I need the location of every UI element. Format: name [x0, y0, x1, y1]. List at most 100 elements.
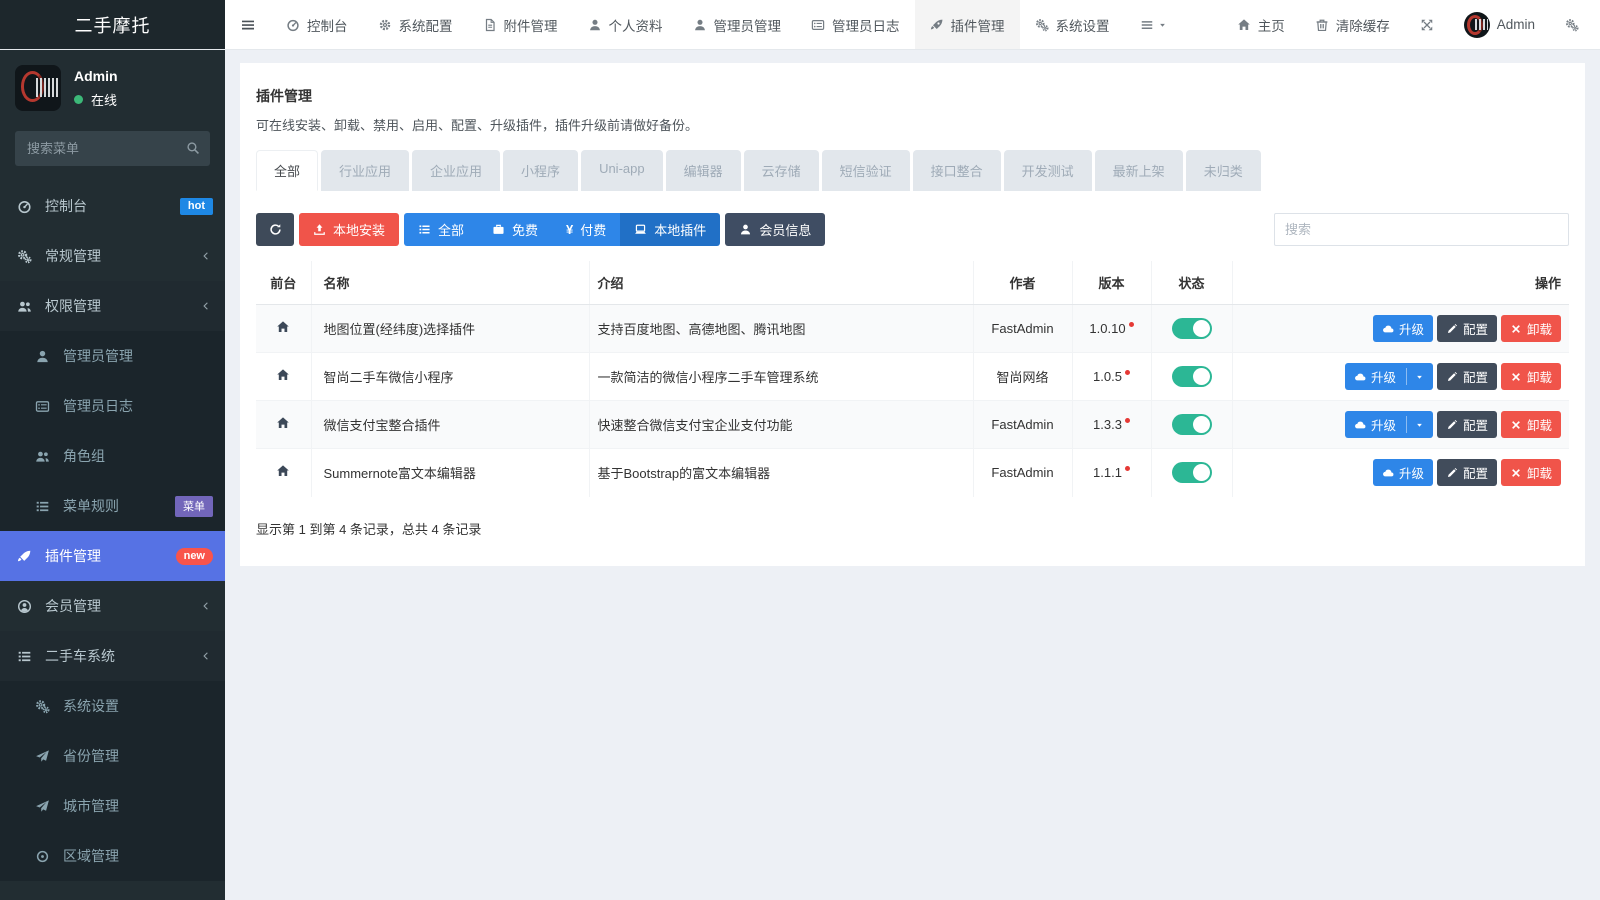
settings-button[interactable] [1550, 0, 1594, 49]
fullscreen-button[interactable] [1405, 0, 1449, 49]
sidebar-item-auth[interactable]: 权限管理 [0, 281, 225, 331]
status-toggle[interactable] [1172, 366, 1212, 387]
sidebar-item-admin[interactable]: 管理员管理 [0, 331, 225, 381]
sidebar-item-member[interactable]: 会员管理 [0, 581, 225, 631]
topnav-tab-6[interactable]: 插件管理 [915, 0, 1020, 49]
uninstall-button[interactable]: 卸载 [1501, 363, 1561, 390]
plugin-version: 1.3.3 [1093, 417, 1122, 432]
category-tab-7[interactable]: 短信验证 [822, 150, 910, 191]
sidebar-item-city[interactable]: 城市管理 [0, 781, 225, 831]
upgrade-button[interactable]: 升级 [1373, 315, 1433, 342]
tabs-dropdown-button[interactable] [1125, 0, 1182, 49]
sidebar-item-dashboard[interactable]: 控制台hot [0, 181, 225, 231]
sidebar-item-province[interactable]: 省份管理 [0, 731, 225, 781]
cloud-icon [1354, 419, 1366, 431]
frontend-home-icon[interactable] [276, 416, 290, 430]
status-toggle[interactable] [1172, 414, 1212, 435]
menu-search-input[interactable] [15, 131, 210, 166]
frontend-home-icon[interactable] [276, 464, 290, 478]
upgrade-dropdown-button[interactable]: 升级 [1345, 411, 1433, 438]
caret-down-icon [1415, 419, 1424, 431]
category-tab-11[interactable]: 未归类 [1186, 150, 1261, 191]
column-header-actions: 操作 [1232, 261, 1569, 305]
plugin-status-cell [1151, 449, 1232, 497]
config-button[interactable]: 配置 [1437, 363, 1497, 390]
topnav-tab-label: 控制台 [307, 15, 348, 35]
chevron-left-icon [201, 648, 211, 664]
home-button[interactable]: 主页 [1222, 0, 1300, 49]
clear-cache-button[interactable]: 清除缓存 [1300, 0, 1405, 49]
category-tab-0[interactable]: 全部 [256, 150, 318, 191]
sidebar-item-label: 菜单规则 [63, 496, 119, 516]
filter-paid-button[interactable]: ¥付费 [552, 213, 620, 246]
chevron-left-icon [201, 598, 211, 614]
category-tab-9[interactable]: 开发测试 [1004, 150, 1092, 191]
column-header-frontend: 前台 [256, 261, 311, 305]
upgrade-label: 升级 [1371, 367, 1396, 386]
category-tab-1[interactable]: 行业应用 [321, 150, 409, 191]
sidebar-item-addon[interactable]: 插件管理new [0, 531, 225, 581]
config-button[interactable]: 配置 [1437, 459, 1497, 486]
status-toggle[interactable] [1172, 462, 1212, 483]
sidebar-item-adminlog[interactable]: 管理员日志 [0, 381, 225, 431]
uninstall-button[interactable]: 卸载 [1501, 411, 1561, 438]
config-button[interactable]: 配置 [1437, 411, 1497, 438]
plugin-actions-cell: 升级 配置卸载 [1232, 353, 1569, 401]
config-button[interactable]: 配置 [1437, 315, 1497, 342]
home-button-label: 主页 [1258, 15, 1285, 35]
upgrade-dropdown-button[interactable]: 升级 [1345, 363, 1433, 390]
frontend-cell [256, 449, 311, 497]
sidebar-item-group[interactable]: 角色组 [0, 431, 225, 481]
config-label: 配置 [1463, 319, 1488, 338]
frontend-home-icon[interactable] [276, 320, 290, 334]
uninstall-button[interactable]: 卸载 [1501, 459, 1561, 486]
topnav-tab-1[interactable]: 系统配置 [363, 0, 468, 49]
uninstall-button[interactable]: 卸载 [1501, 315, 1561, 342]
chevron-left-icon [201, 298, 211, 314]
users-icon [33, 449, 52, 464]
upgrade-button[interactable]: 升级 [1373, 459, 1433, 486]
topnav-tab-5[interactable]: 管理员日志 [796, 0, 915, 49]
plugin-search-input[interactable] [1274, 213, 1569, 246]
refresh-button[interactable] [256, 213, 294, 246]
x-icon [1510, 419, 1522, 431]
category-tabs: 全部行业应用企业应用小程序Uni-app编辑器云存储短信验证接口整合开发测试最新… [256, 150, 1569, 191]
topnav-tab-4[interactable]: 管理员管理 [678, 0, 797, 49]
category-tab-4[interactable]: Uni-app [581, 150, 663, 191]
topnav-tab-7[interactable]: 系统设置 [1020, 0, 1125, 49]
category-tab-3[interactable]: 小程序 [503, 150, 578, 191]
sidebar-item-area[interactable]: 区域管理 [0, 831, 225, 881]
filter-free-button[interactable]: 免费 [478, 213, 552, 246]
local-install-button[interactable]: 本地安装 [299, 213, 399, 246]
topnav-tab-label: 管理员日志 [832, 15, 900, 35]
category-tab-2[interactable]: 企业应用 [412, 150, 500, 191]
admin-user-menu[interactable]: Admin [1449, 0, 1550, 49]
sidebar-item-label: 管理员日志 [63, 396, 133, 416]
category-tab-6[interactable]: 云存储 [744, 150, 819, 191]
filter-local-button[interactable]: 本地插件 [620, 213, 720, 246]
search-icon[interactable] [186, 141, 200, 155]
frontend-home-icon[interactable] [276, 368, 290, 382]
category-tab-8[interactable]: 接口整合 [913, 150, 1001, 191]
avatar [15, 65, 61, 111]
app-logo[interactable]: 二手摩托 [0, 0, 225, 49]
sidebar-item-menu-rule[interactable]: 菜单规则 菜单 [0, 481, 225, 531]
menu-badge: 菜单 [175, 496, 213, 517]
topnav-tab-0[interactable]: 控制台 [271, 0, 363, 49]
rocket-icon [15, 549, 34, 564]
user-status[interactable]: 在线 [74, 90, 118, 109]
sidebar-item-usedcar[interactable]: 二手车系统 [0, 631, 225, 681]
sidebar-item-general[interactable]: 常规管理 [0, 231, 225, 281]
cogs-icon [15, 249, 34, 264]
topnav-tab-2[interactable]: 附件管理 [468, 0, 573, 49]
filter-free-button-label: 免费 [512, 220, 538, 239]
category-tab-10[interactable]: 最新上架 [1095, 150, 1183, 191]
topnav-tab-3[interactable]: 个人资料 [573, 0, 678, 49]
filter-paid-button-label: 付费 [580, 220, 606, 239]
category-tab-5[interactable]: 编辑器 [666, 150, 741, 191]
filter-all-button[interactable]: 全部 [404, 213, 478, 246]
sidebar-item-sysconfig[interactable]: 系统设置 [0, 681, 225, 731]
member-info-button[interactable]: 会员信息 [725, 213, 825, 246]
status-toggle[interactable] [1172, 318, 1212, 339]
sidebar-toggle-button[interactable] [225, 0, 271, 49]
